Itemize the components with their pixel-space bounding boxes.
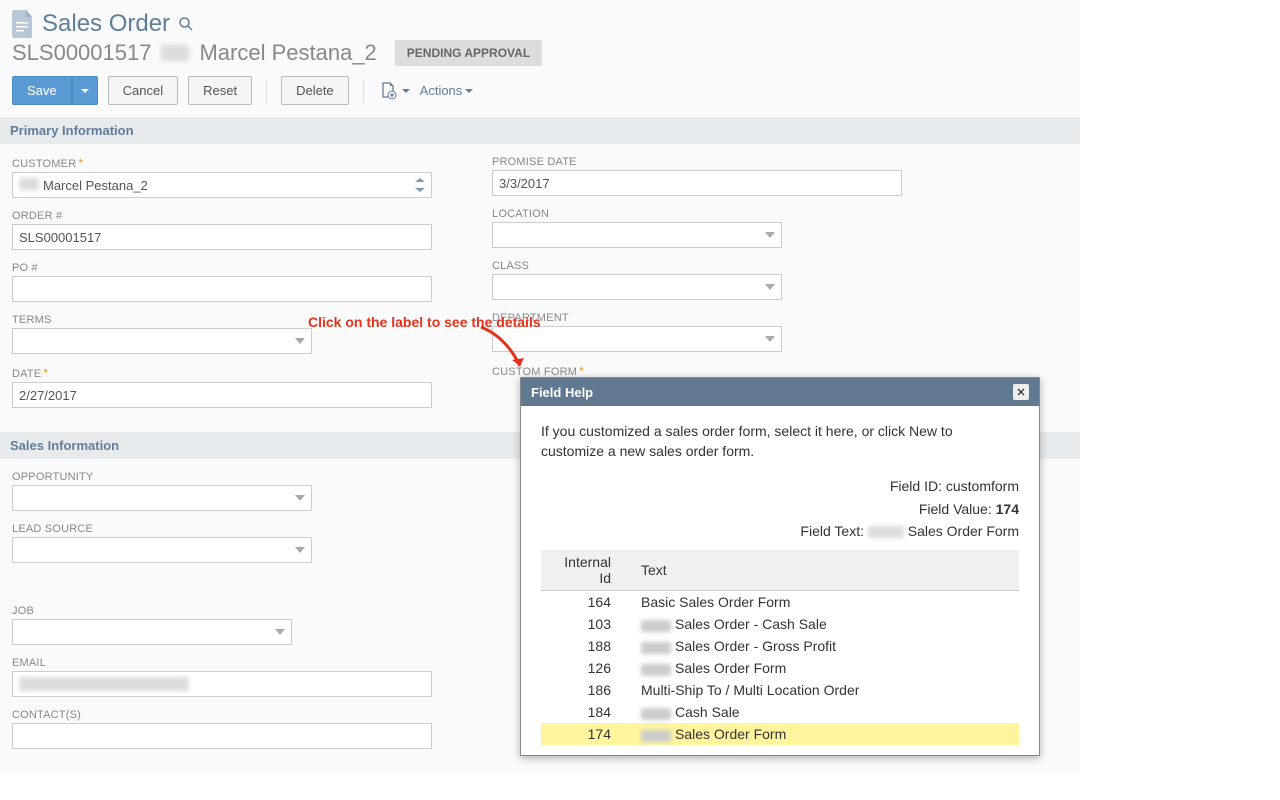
search-icon[interactable] xyxy=(178,16,194,32)
date-input[interactable]: 2/27/2017 xyxy=(12,382,432,408)
popup-close-icon[interactable]: ✕ xyxy=(1013,384,1029,400)
lead-source-label[interactable]: LEAD SOURCE xyxy=(12,523,432,535)
promise-date-label[interactable]: PROMISE DATE xyxy=(492,156,902,168)
contacts-label[interactable]: CONTACT(S) xyxy=(12,709,432,721)
promise-date-input[interactable]: 3/3/2017 xyxy=(492,170,902,196)
actions-menu[interactable]: Actions xyxy=(420,83,474,98)
customer-name: Marcel Pestana_2 xyxy=(199,40,376,66)
table-row[interactable]: 174Sales Order Form xyxy=(541,723,1019,745)
status-badge: PENDING APPROVAL xyxy=(395,40,542,66)
popup-meta: Field ID: customform Field Value: 174 Fi… xyxy=(541,475,1019,542)
lead-source-input[interactable] xyxy=(12,537,312,563)
table-row[interactable]: 184Cash Sale xyxy=(541,701,1019,723)
table-row[interactable]: 188Sales Order - Gross Profit xyxy=(541,635,1019,657)
table-header-text: Text xyxy=(631,550,1019,591)
customer-label[interactable]: CUSTOMER* xyxy=(12,156,432,170)
save-split-button[interactable]: Save xyxy=(12,76,98,105)
table-header-id: Internal Id xyxy=(541,550,631,591)
customer-prefix-redacted xyxy=(161,45,189,61)
section-primary-info: Primary Information xyxy=(0,117,1080,144)
chevron-down-icon[interactable] xyxy=(402,87,410,95)
contacts-input[interactable] xyxy=(12,723,432,749)
opportunity-input[interactable] xyxy=(12,485,312,511)
page-title: Sales Order xyxy=(42,10,170,38)
save-button[interactable]: Save xyxy=(12,76,72,105)
delete-button[interactable]: Delete xyxy=(281,76,349,105)
popup-title: Field Help xyxy=(531,385,593,400)
po-no-label[interactable]: PO # xyxy=(12,262,432,274)
reset-button[interactable]: Reset xyxy=(188,76,252,105)
job-label[interactable]: JOB xyxy=(12,605,432,617)
custom-form-label[interactable]: CUSTOM FORM* xyxy=(492,364,902,378)
save-dropdown-icon[interactable] xyxy=(72,76,98,105)
class-input[interactable] xyxy=(492,274,782,300)
toolbar-separator xyxy=(363,79,364,103)
department-label[interactable]: DEPARTMENT xyxy=(492,312,902,324)
order-id: SLS00001517 xyxy=(12,40,151,66)
annotation-arrow-icon xyxy=(476,322,536,378)
date-label[interactable]: DATE* xyxy=(12,366,432,380)
terms-input[interactable] xyxy=(12,328,312,354)
order-no-label[interactable]: ORDER # xyxy=(12,210,432,222)
popup-options-table: Internal Id Text 164Basic Sales Order Fo… xyxy=(541,550,1019,745)
table-row[interactable]: 103Sales Order - Cash Sale xyxy=(541,613,1019,635)
order-no-input[interactable]: SLS00001517 xyxy=(12,224,432,250)
new-doc-icon[interactable] xyxy=(378,81,398,101)
class-label[interactable]: CLASS xyxy=(492,260,902,272)
document-icon xyxy=(12,10,34,38)
popup-description: If you customized a sales order form, se… xyxy=(541,422,1019,461)
table-row[interactable]: 186Multi-Ship To / Multi Location Order xyxy=(541,679,1019,701)
toolbar-separator xyxy=(266,79,267,103)
location-label[interactable]: LOCATION xyxy=(492,208,902,220)
table-row[interactable]: 164Basic Sales Order Form xyxy=(541,591,1019,614)
opportunity-label[interactable]: OPPORTUNITY xyxy=(12,471,432,483)
email-input[interactable] xyxy=(12,671,432,697)
job-input[interactable] xyxy=(12,619,292,645)
email-label[interactable]: EMAIL xyxy=(12,657,432,669)
table-row[interactable]: 126Sales Order Form xyxy=(541,657,1019,679)
po-no-input[interactable] xyxy=(12,276,432,302)
cancel-button[interactable]: Cancel xyxy=(108,76,178,105)
location-input[interactable] xyxy=(492,222,782,248)
customer-input[interactable]: Marcel Pestana_2 xyxy=(12,172,432,198)
field-help-popup: Field Help ✕ If you customized a sales o… xyxy=(520,377,1040,756)
